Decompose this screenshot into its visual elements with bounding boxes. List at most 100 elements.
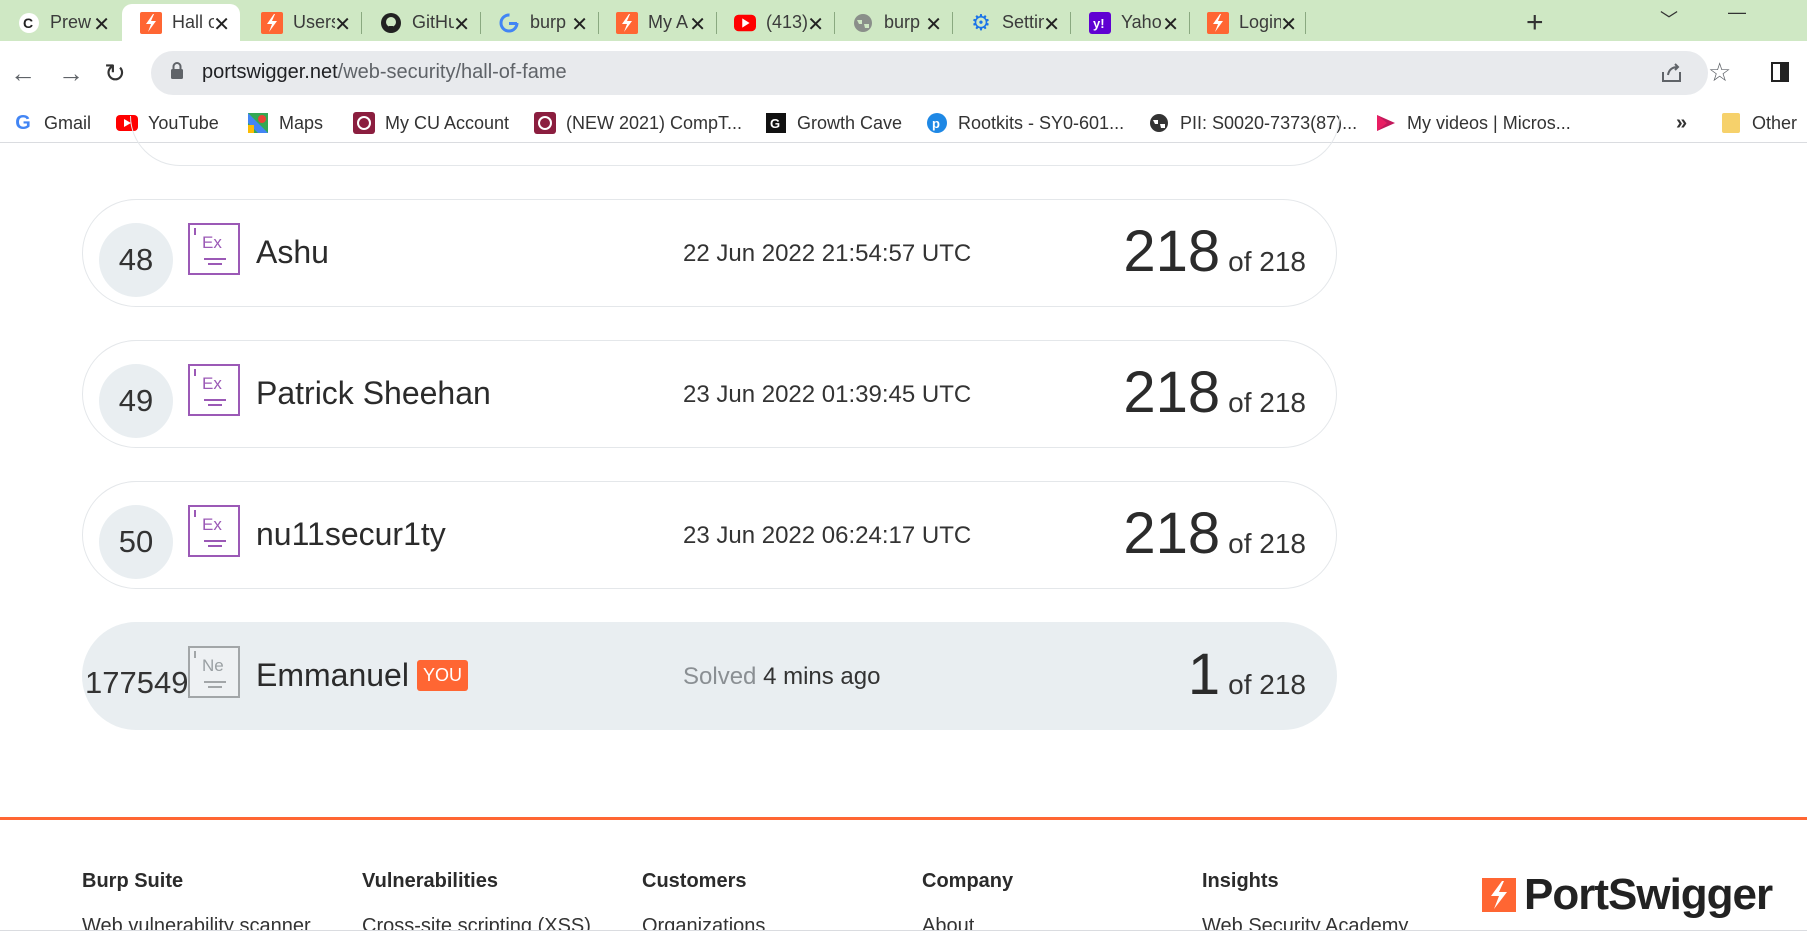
portswigger-icon (261, 11, 283, 34)
url-text[interactable]: portswigger.net/web-security/hall-of-fam… (202, 61, 567, 84)
tab-search-chevron-icon[interactable]: ﹀ (1660, 6, 1678, 32)
other-bookmarks-label: Other (1752, 112, 1798, 133)
footer-heading: Vulnerabilities (362, 870, 498, 892)
google-icon (498, 12, 520, 34)
globe-icon (852, 12, 874, 34)
youtube-icon (734, 12, 756, 34)
window-bottom-edge (0, 930, 1807, 937)
previous-row-edge (130, 116, 1340, 166)
browser-tab[interactable]: My A ✕ (598, 4, 716, 41)
close-tab-icon[interactable]: ✕ (1280, 12, 1297, 37)
close-tab-icon[interactable]: ✕ (807, 12, 824, 37)
browser-tab[interactable]: C Prew ✕ (0, 4, 120, 41)
score: 218 of 218 (1123, 219, 1306, 284)
expert-badge-icon: Ex (188, 364, 240, 416)
leaderboard-row: 49 Ex Patrick Sheehan 23 Jun 2022 01:39:45 … (82, 340, 1337, 448)
portswigger-logo[interactable]: PortSwigger (1482, 870, 1773, 920)
github-icon (380, 12, 402, 34)
footer-heading: Insights (1202, 870, 1279, 892)
browser-tab[interactable]: burp ✕ (480, 4, 598, 41)
close-tab-icon[interactable]: ✕ (93, 12, 110, 37)
tab-title: My A (648, 12, 689, 32)
close-tab-icon[interactable]: ✕ (1043, 12, 1060, 37)
user-name[interactable]: Patrick Sheehan (256, 375, 491, 412)
portswigger-icon (140, 11, 162, 34)
completion-date: 23 Jun 2022 01:39:45 UTC (683, 381, 972, 408)
tab-title: Yaho (1121, 12, 1162, 32)
close-tab-icon[interactable]: ✕ (571, 12, 588, 37)
bookmark-item[interactable]: My videos | Micros... (1375, 110, 1571, 136)
other-bookmarks[interactable]: Other (1720, 110, 1797, 136)
svg-text:y!: y! (1093, 16, 1105, 31)
rank-number: 50 (99, 505, 173, 579)
bookmark-star-icon[interactable]: ☆ (1708, 57, 1731, 88)
google-icon: G (15, 111, 31, 134)
tab-title: burp (884, 12, 921, 32)
close-tab-icon[interactable]: ✕ (925, 12, 942, 37)
browser-tab[interactable]: y! Yaho ✕ (1071, 4, 1189, 41)
solved-time: Solved 4 mins ago (683, 663, 881, 690)
minimize-icon[interactable]: — (1728, 2, 1746, 23)
close-tab-icon[interactable]: ✕ (213, 12, 230, 37)
user-name[interactable]: Emmanuel YOU (256, 657, 468, 694)
bookmark-label: Gmail (44, 112, 92, 133)
close-tab-icon[interactable]: ✕ (1162, 12, 1179, 37)
tab-title: Settin (1002, 12, 1044, 32)
footer-heading: Customers (642, 870, 747, 892)
bookmarks-overflow-icon[interactable]: » (1676, 110, 1687, 136)
rank-number: 48 (99, 223, 173, 297)
gear-icon: ⚙ (971, 9, 991, 35)
tab-title: (413) (766, 12, 808, 32)
share-icon[interactable] (1660, 62, 1684, 84)
tab-title: Prew (50, 12, 92, 32)
folder-icon (1720, 112, 1742, 134)
close-tab-icon[interactable]: ✕ (689, 12, 706, 37)
lock-icon (171, 62, 183, 79)
footer-heading: Burp Suite (82, 870, 184, 892)
leaderboard-row: 50 Ex nu11secur1ty 23 Jun 2022 06:24:17 UTC… (82, 481, 1337, 589)
tab-title: Login (1239, 12, 1281, 32)
browser-tab[interactable]: burp ✕ (834, 4, 952, 41)
score: 218 of 218 (1123, 360, 1306, 425)
back-arrow-icon[interactable]: ← (10, 58, 36, 89)
completion-date: 22 Jun 2022 21:54:57 UTC (683, 240, 972, 267)
expert-badge-icon: Ex (188, 223, 240, 275)
user-name[interactable]: Ashu (256, 234, 329, 271)
bookmark-item[interactable]: G Gmail (12, 110, 91, 136)
side-panel-icon[interactable] (1771, 62, 1789, 82)
tab-separator (1305, 12, 1306, 34)
bookmark-label: My videos | Micros... (1407, 112, 1571, 133)
portswigger-logo-icon (1482, 878, 1516, 912)
current-user-row: 177549 Ne Emmanuel YOU Solved 4 mins ago… (82, 622, 1337, 730)
score: 1 of 218 (1187, 642, 1306, 707)
tab-title: Users (293, 12, 335, 32)
footer-heading: Company (922, 870, 1014, 892)
leaderboard-row: 48 Ex Ashu 22 Jun 2022 21:54:57 UTC 218 of 21… (82, 199, 1337, 307)
score: 218 of 218 (1123, 501, 1306, 566)
close-tab-icon[interactable]: ✕ (334, 12, 351, 37)
footer-divider (0, 817, 1807, 820)
portswigger-icon (616, 11, 638, 34)
browser-tab[interactable]: Hall o ✕ (122, 4, 240, 41)
forward-arrow-icon[interactable]: → (58, 58, 84, 89)
browser-tab[interactable]: Users✕ (243, 4, 361, 41)
completion-date: 23 Jun 2022 06:24:17 UTC (683, 522, 972, 549)
rank-number: 49 (99, 364, 173, 438)
tab-title: GitHu (412, 12, 454, 32)
new-tab-button[interactable]: + (1526, 6, 1544, 40)
rank-number: 177549 (85, 665, 189, 700)
close-tab-icon[interactable]: ✕ (453, 12, 470, 37)
browser-tab[interactable]: Login ✕ (1189, 4, 1307, 41)
portswigger-icon (1207, 11, 1229, 34)
c-icon: C (18, 12, 40, 34)
browser-tab[interactable]: GitHu ✕ (362, 4, 480, 41)
user-name[interactable]: nu11secur1ty (256, 516, 446, 553)
tab-title: Hall o (172, 12, 214, 32)
svg-text:C: C (23, 15, 33, 31)
stream-icon (1375, 112, 1397, 134)
browser-tab[interactable]: ⚙ Settin ✕ (952, 4, 1070, 41)
expert-badge-icon: Ex (188, 505, 240, 557)
browser-tab[interactable]: (413) ✕ (716, 4, 834, 41)
reload-icon[interactable]: ↻ (104, 58, 126, 89)
yahoo-icon: y! (1089, 11, 1111, 34)
